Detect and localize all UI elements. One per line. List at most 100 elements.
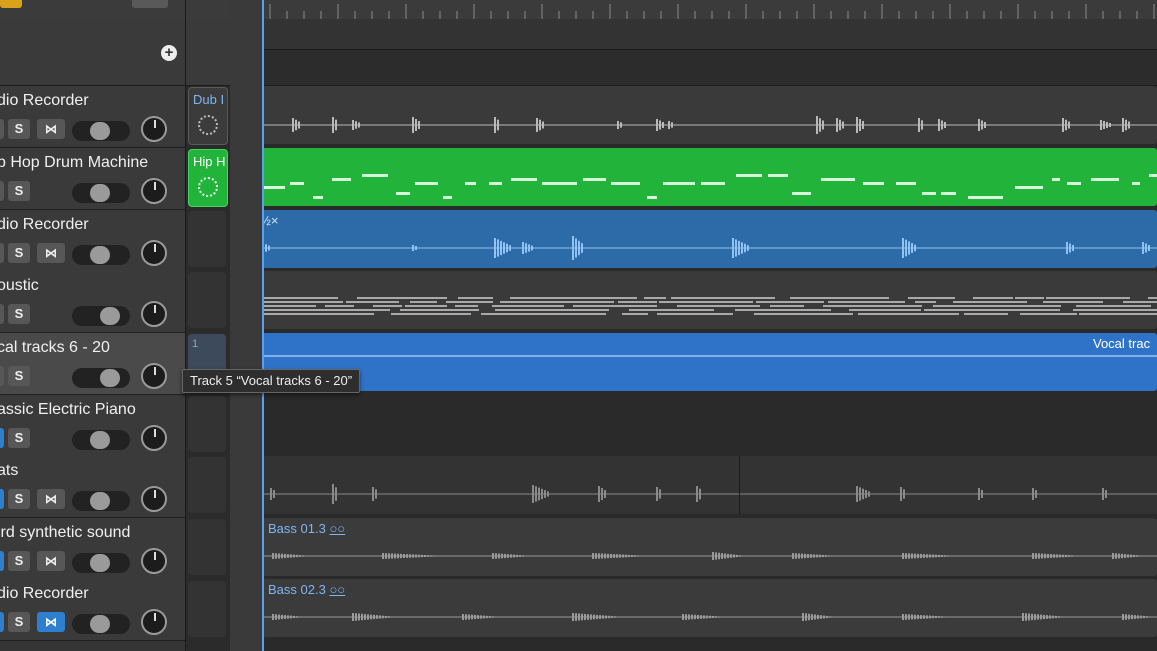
loop-icon: ○○ bbox=[329, 582, 346, 597]
audio-region-track9[interactable]: Bass 02.3 ○○ bbox=[262, 579, 1157, 637]
track-header[interactable]: ats S ⋈ bbox=[0, 456, 185, 518]
global-tracks-area: + bbox=[0, 19, 185, 86]
volume-slider-thumb[interactable] bbox=[90, 492, 110, 510]
volume-slider-thumb[interactable] bbox=[100, 369, 120, 387]
audio-region-track7[interactable] bbox=[262, 456, 1157, 514]
midi-region-track2[interactable] bbox=[262, 148, 1157, 206]
playhead[interactable] bbox=[262, 0, 264, 651]
solo-button[interactable]: S bbox=[8, 612, 30, 632]
volume-slider[interactable] bbox=[72, 553, 130, 573]
track-tooltip: Track 5 “Vocal tracks 6 - 20” bbox=[182, 369, 361, 393]
volume-slider-thumb[interactable] bbox=[90, 122, 110, 140]
solo-button[interactable]: S bbox=[8, 366, 30, 386]
pan-knob[interactable] bbox=[141, 609, 167, 635]
mute-button[interactable] bbox=[0, 551, 4, 571]
solo-button[interactable]: S bbox=[8, 181, 30, 201]
volume-slider-thumb[interactable] bbox=[90, 431, 110, 449]
midi-region-track4[interactable] bbox=[262, 271, 1157, 329]
mute-button[interactable] bbox=[0, 366, 4, 386]
volume-slider[interactable] bbox=[72, 306, 130, 326]
volume-slider[interactable] bbox=[72, 430, 130, 450]
track-header[interactable]: ird synthetic sound S ⋈ bbox=[0, 518, 185, 580]
pan-knob[interactable] bbox=[141, 425, 167, 451]
track-headers: + dio Recorder S ⋈ p Hop Drum Machine Sdio R… bbox=[0, 0, 185, 651]
midi-notes bbox=[264, 174, 1157, 199]
pan-knob[interactable] bbox=[141, 548, 167, 574]
live-loop-cell-empty[interactable] bbox=[188, 457, 226, 513]
solo-button[interactable]: S bbox=[8, 243, 30, 263]
input-monitoring-button[interactable]: ⋈ bbox=[37, 119, 65, 139]
pan-knob[interactable] bbox=[141, 178, 167, 204]
track-header[interactable]: cal tracks 6 - 20 S bbox=[0, 333, 185, 395]
audio-region-track5[interactable]: Vocal trac bbox=[262, 333, 1157, 391]
plus-circle-icon[interactable]: + bbox=[161, 45, 177, 61]
live-loop-cell[interactable]: Hip H bbox=[188, 149, 228, 207]
volume-slider[interactable] bbox=[72, 183, 130, 203]
mute-button[interactable] bbox=[0, 119, 4, 139]
volume-slider-thumb[interactable] bbox=[90, 246, 110, 264]
live-loop-cell-empty[interactable] bbox=[188, 396, 226, 452]
live-loop-cell[interactable]: Dub I bbox=[188, 87, 228, 145]
track-header[interactable]: assic Electric Piano S bbox=[0, 395, 185, 457]
volume-slider-thumb[interactable] bbox=[90, 184, 110, 202]
waveform bbox=[262, 613, 1157, 621]
midi-notes bbox=[264, 297, 1157, 315]
volume-slider[interactable] bbox=[72, 368, 130, 388]
pan-knob[interactable] bbox=[141, 301, 167, 327]
library-icon[interactable] bbox=[0, 0, 22, 8]
region-label: Bass 02.3 ○○ bbox=[268, 582, 346, 597]
pan-knob[interactable] bbox=[141, 486, 167, 512]
track-header[interactable]: dio Recorder S ⋈ bbox=[0, 210, 185, 272]
region-label: Vocal trac bbox=[1093, 336, 1151, 351]
loop-icon: ○○ bbox=[329, 521, 346, 536]
volume-slider[interactable] bbox=[72, 121, 130, 141]
volume-slider[interactable] bbox=[72, 491, 130, 511]
waveform bbox=[262, 236, 1157, 260]
input-monitoring-button[interactable]: ⋈ bbox=[37, 612, 65, 632]
mute-button[interactable] bbox=[0, 243, 4, 263]
mute-button[interactable] bbox=[0, 428, 4, 448]
header-toggle-button[interactable] bbox=[132, 0, 168, 8]
pan-knob[interactable] bbox=[141, 116, 167, 142]
live-loop-cell-empty[interactable] bbox=[188, 272, 226, 328]
volume-slider-thumb[interactable] bbox=[90, 554, 110, 572]
audio-region-track8[interactable]: Bass 01.3 ○○ bbox=[262, 518, 1157, 576]
mute-button[interactable] bbox=[0, 612, 4, 632]
bar-ruler[interactable] bbox=[262, 0, 1157, 20]
track-name: assic Electric Piano bbox=[0, 401, 136, 418]
audio-region-track1[interactable] bbox=[262, 86, 1157, 144]
solo-button[interactable]: S bbox=[8, 551, 30, 571]
waveform bbox=[262, 116, 1157, 134]
solo-button[interactable]: S bbox=[8, 119, 30, 139]
grid-divider bbox=[230, 0, 262, 651]
input-monitoring-button[interactable]: ⋈ bbox=[37, 243, 65, 263]
track-name: cal tracks 6 - 20 bbox=[0, 339, 110, 356]
cell-label: Dub I bbox=[193, 92, 225, 107]
live-loop-cell-empty[interactable] bbox=[188, 519, 226, 575]
volume-slider-thumb[interactable] bbox=[100, 307, 120, 325]
input-monitoring-button[interactable]: ⋈ bbox=[37, 551, 65, 571]
live-loop-cell-empty[interactable] bbox=[188, 211, 226, 267]
track-header[interactable]: p Hop Drum Machine S bbox=[0, 148, 185, 210]
track-header[interactable]: oustic S bbox=[0, 271, 185, 333]
pan-knob[interactable] bbox=[141, 363, 167, 389]
volume-slider[interactable] bbox=[72, 614, 130, 634]
track-name: dio Recorder bbox=[0, 92, 89, 109]
region-label: Bass 01.3 ○○ bbox=[268, 521, 346, 536]
track-header[interactable]: dio Recorder S ⋈ bbox=[0, 86, 185, 148]
arrangement-lane bbox=[262, 50, 1157, 86]
pan-knob[interactable] bbox=[141, 240, 167, 266]
solo-button[interactable]: S bbox=[8, 428, 30, 448]
solo-button[interactable]: S bbox=[8, 489, 30, 509]
solo-button[interactable]: S bbox=[8, 304, 30, 324]
waveform bbox=[262, 484, 1157, 504]
mute-button[interactable] bbox=[0, 181, 4, 201]
audio-region-track3[interactable]: ½× bbox=[262, 210, 1157, 268]
volume-slider-thumb[interactable] bbox=[90, 615, 110, 633]
volume-slider[interactable] bbox=[72, 245, 130, 265]
live-loop-cell-empty[interactable] bbox=[188, 581, 226, 637]
mute-button[interactable] bbox=[0, 304, 4, 324]
track-header[interactable]: dio Recorder S ⋈ bbox=[0, 579, 185, 641]
mute-button[interactable] bbox=[0, 489, 4, 509]
input-monitoring-button[interactable]: ⋈ bbox=[37, 489, 65, 509]
